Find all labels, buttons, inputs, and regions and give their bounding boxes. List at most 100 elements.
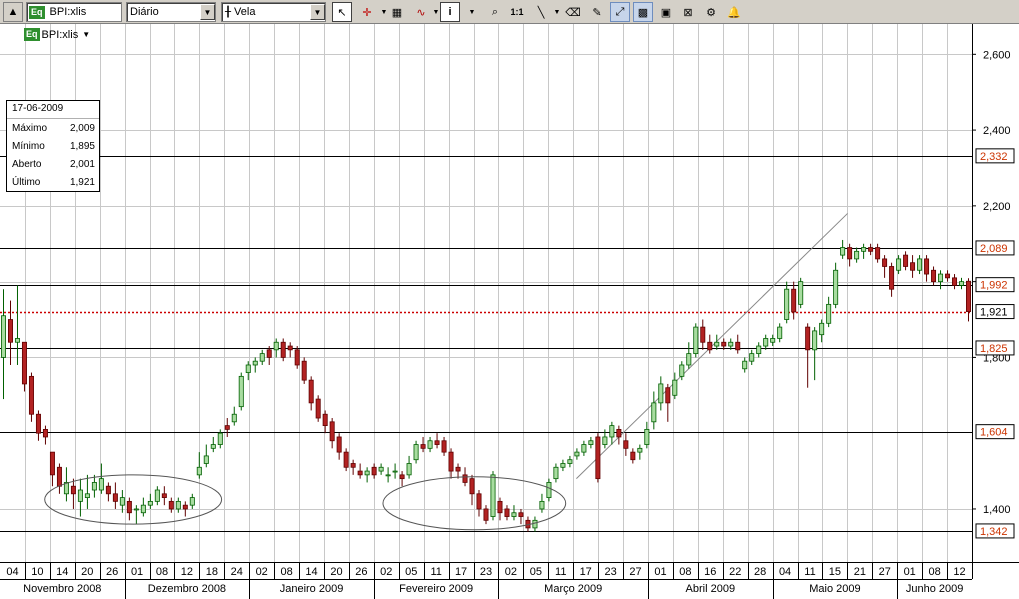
- candle-up: [252, 360, 258, 366]
- instrument-tag[interactable]: Eq BPI:xlis ▼: [22, 28, 90, 41]
- candle-up: [574, 451, 580, 457]
- candle-down: [847, 247, 853, 260]
- candle-down: [518, 512, 524, 517]
- candle-up: [714, 341, 720, 347]
- day-tick-label: 26: [106, 566, 118, 578]
- price-axis: [972, 24, 1019, 562]
- candle-up: [812, 330, 818, 351]
- day-tick-label: 08: [156, 566, 168, 578]
- day-tick-label: 28: [754, 566, 766, 578]
- candle-up: [560, 463, 566, 468]
- info-row-low: Mínimo 1,895: [7, 137, 99, 155]
- day-tick-label: 20: [330, 566, 342, 578]
- info-label: Aberto: [12, 158, 42, 170]
- day-tick-label: 10: [31, 566, 43, 578]
- candle-down: [56, 466, 62, 487]
- chevron-down-icon[interactable]: ▼: [200, 4, 215, 20]
- zoom-icon[interactable]: ⌕: [485, 2, 505, 22]
- candle-down: [448, 451, 454, 472]
- candle-down: [336, 436, 342, 453]
- level-label: 1,342: [980, 526, 1008, 538]
- candle-down: [126, 500, 132, 514]
- settings-icon[interactable]: ⚙: [701, 2, 721, 22]
- candle-up: [959, 281, 965, 286]
- candle-down: [630, 451, 636, 461]
- scroll-up-icon[interactable]: ▲: [3, 2, 23, 22]
- price-axis-label: 1,400: [983, 504, 1011, 516]
- candle-down: [441, 440, 447, 453]
- day-tick-label: 22: [729, 566, 741, 578]
- pattern-icon[interactable]: ▩: [633, 2, 653, 22]
- candle-up: [728, 341, 734, 347]
- info-icon[interactable]: i: [440, 2, 460, 22]
- zoom-reset-button[interactable]: 1:1: [507, 2, 527, 22]
- candle-up: [679, 364, 685, 377]
- chart-window-icon[interactable]: ⊠: [678, 2, 698, 22]
- eraser-icon[interactable]: ⌫: [563, 2, 583, 22]
- candle-up: [861, 247, 867, 252]
- candle-up: [378, 466, 384, 472]
- day-tick-label: 12: [953, 566, 965, 578]
- pointer-icon[interactable]: ↖: [332, 2, 352, 22]
- line-edit-icon[interactable]: ⤢: [610, 2, 630, 22]
- level-label: 1,604: [980, 427, 1008, 439]
- candle-down: [49, 451, 55, 476]
- candle-down: [924, 258, 930, 275]
- candlestick-icon: ╂: [225, 6, 232, 18]
- candle-down: [182, 504, 188, 510]
- day-tick-label: 11: [430, 566, 441, 578]
- candle-up: [854, 250, 860, 260]
- candle-up: [147, 500, 153, 506]
- candle-down: [168, 500, 174, 510]
- candle-down: [301, 360, 307, 381]
- day-tick-label: 27: [629, 566, 641, 578]
- chart-toolbar: ▲ Eq BPI:xlis Diário ▼ ╂ Vela ▼ ↖ ✛ ▼ ▦ …: [0, 0, 1019, 24]
- month-label: Abril 2009: [686, 583, 736, 595]
- candle-down: [350, 463, 356, 468]
- candle-down: [623, 440, 629, 449]
- drawing-tool-icon[interactable]: ✎: [587, 2, 607, 22]
- day-tick-label: 11: [555, 566, 566, 578]
- candle-down: [343, 451, 349, 468]
- alert-icon[interactable]: 🔔: [724, 2, 744, 22]
- day-tick-label: 15: [829, 566, 841, 578]
- candle-down: [7, 319, 13, 343]
- info-date: 17-06-2009: [7, 101, 99, 119]
- candle-down: [504, 508, 510, 517]
- candle-up: [588, 440, 594, 445]
- day-tick-label: 05: [530, 566, 542, 578]
- info-row-open: Aberto 2,001: [7, 155, 99, 173]
- candle-up: [238, 375, 244, 408]
- candle-up: [742, 360, 748, 370]
- price-axis-label: 2,200: [983, 201, 1011, 213]
- candle-up: [770, 338, 776, 343]
- candlestick-chart[interactable]: 2,6002,4002,2002,0001,8001,4002,3322,089…: [0, 24, 1019, 599]
- info-label: Mínimo: [12, 140, 45, 152]
- candle-up: [763, 338, 769, 347]
- candle-down: [280, 341, 286, 358]
- chart-type-select[interactable]: ╂ Vela ▼: [221, 2, 326, 22]
- day-tick-label: 17: [580, 566, 592, 578]
- candle-up: [217, 432, 223, 445]
- chevron-down-icon[interactable]: ▼: [462, 2, 482, 22]
- candle-up: [413, 444, 419, 461]
- candle-up: [392, 470, 398, 473]
- info-row-high: Máximo 2,009: [7, 119, 99, 137]
- chevron-down-icon[interactable]: ▼: [310, 4, 325, 20]
- candle-down: [329, 421, 335, 442]
- level-label: 1,825: [980, 343, 1008, 355]
- day-tick-label: 08: [280, 566, 292, 578]
- grid-icon[interactable]: ▦: [387, 2, 407, 22]
- candle-down: [315, 398, 321, 419]
- day-tick-label: 04: [6, 566, 18, 578]
- candle-up: [259, 353, 265, 362]
- candle-down: [70, 485, 76, 495]
- candle-up: [154, 489, 160, 502]
- compare-icon[interactable]: ▣: [656, 2, 676, 22]
- price-axis-label: 2,400: [983, 125, 1011, 137]
- chevron-down-icon[interactable]: ▼: [82, 30, 90, 39]
- instrument-select[interactable]: Eq BPI:xlis: [26, 2, 122, 22]
- candle-down: [112, 493, 118, 502]
- candle-up: [231, 413, 237, 423]
- period-select[interactable]: Diário ▼: [126, 2, 216, 22]
